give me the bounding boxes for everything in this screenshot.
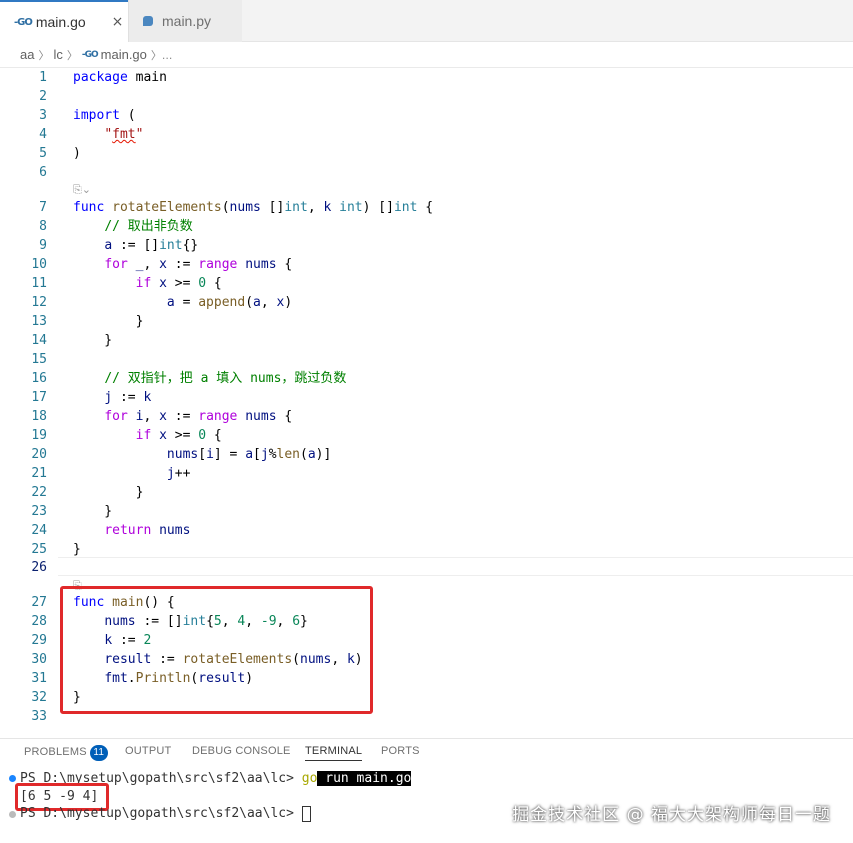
watermark: 掘金技术社区 @ 福大大架构师每日一题 xyxy=(512,805,831,825)
code-line: 12 a = append(a, x) xyxy=(31,295,293,310)
chevron-right-icon: 〉 xyxy=(66,48,78,62)
code-line: 1 package main xyxy=(39,70,167,85)
go-icon: -GO xyxy=(81,49,99,60)
code-line: 15 xyxy=(31,352,47,367)
code-line: 13 } xyxy=(31,314,144,329)
code-line: 26 xyxy=(31,560,47,575)
code-line: 10 for _, x := range nums { xyxy=(31,257,293,272)
code-line: 7 func rotateElements(nums []int, k int) … xyxy=(39,200,434,215)
tab-terminal[interactable]: TERMINAL xyxy=(305,745,363,761)
tab-problems[interactable]: PROBLEMS 11 xyxy=(24,745,108,761)
tab-label: main.py xyxy=(162,13,212,29)
code-line: 6 xyxy=(39,165,47,180)
code-line: 23 } xyxy=(31,504,113,519)
main-function-highlight-box xyxy=(60,586,373,714)
code-line: 24 return nums xyxy=(31,523,191,538)
problems-count-badge: 11 xyxy=(89,745,108,761)
breadcrumb-item-main-go[interactable]: main.go xyxy=(101,47,147,62)
go-icon: -GO xyxy=(14,16,33,28)
code-line: 17 j := k xyxy=(31,390,152,405)
code-line: 16 // 双指针，把 a 填入 nums，跳过负数 xyxy=(31,371,347,386)
code-line: 21 j++ xyxy=(31,466,191,481)
code-line: 9 a := []int{} xyxy=(39,238,199,253)
terminal-line: PS D:\mysetup\gopath\src\sf2\aa\lc> xyxy=(20,804,311,824)
code-line: 18 for i, x := range nums { xyxy=(31,409,293,424)
tab-output[interactable]: OUTPUT xyxy=(125,745,171,757)
breadcrumb-more[interactable]: 〉... xyxy=(151,47,173,63)
python-icon xyxy=(143,16,153,26)
breadcrumb-item-lc[interactable]: lc xyxy=(53,47,62,62)
code-line: 5) xyxy=(39,146,81,161)
editor-tab-bar: -GO main.go × main.py xyxy=(0,0,853,42)
tab-ports[interactable]: PORTS xyxy=(381,745,420,757)
code-line: 14 } xyxy=(31,333,113,348)
code-line: 2 xyxy=(39,89,47,104)
terminal-cursor xyxy=(301,805,311,822)
tab-main-go[interactable]: -GO main.go × xyxy=(0,0,128,42)
tab-debug-console[interactable]: DEBUG CONSOLE xyxy=(192,745,291,757)
breadcrumb: aa 〉 lc 〉 -GO main.go 〉... xyxy=(0,42,853,68)
chevron-right-icon: 〉 xyxy=(38,48,50,62)
code-line: 25} xyxy=(31,542,81,557)
codelens-hint[interactable]: ⎘⌄ xyxy=(73,180,91,199)
tab-main-py[interactable]: main.py xyxy=(128,0,242,42)
breadcrumb-item-aa[interactable]: aa xyxy=(20,47,34,62)
code-line: 4 "fmt" xyxy=(39,127,144,142)
code-line: 11 if x >= 0 { xyxy=(31,276,222,291)
code-line: 19 if x >= 0 { xyxy=(31,428,222,443)
panel-tab-bar: PROBLEMS 11 OUTPUT DEBUG CONSOLE TERMINAL… xyxy=(0,738,853,764)
tab-label: main.go xyxy=(35,14,86,30)
command-success-dot-icon xyxy=(9,775,16,782)
code-line: 20 nums[i] = a[j%len(a)] xyxy=(31,447,332,462)
code-line: 8 // 取出非负数 xyxy=(39,219,193,234)
code-line: 3 import ( xyxy=(39,108,136,123)
command-idle-dot-icon xyxy=(9,811,16,818)
code-line: 22 } xyxy=(31,485,144,500)
close-icon[interactable]: × xyxy=(112,14,124,30)
